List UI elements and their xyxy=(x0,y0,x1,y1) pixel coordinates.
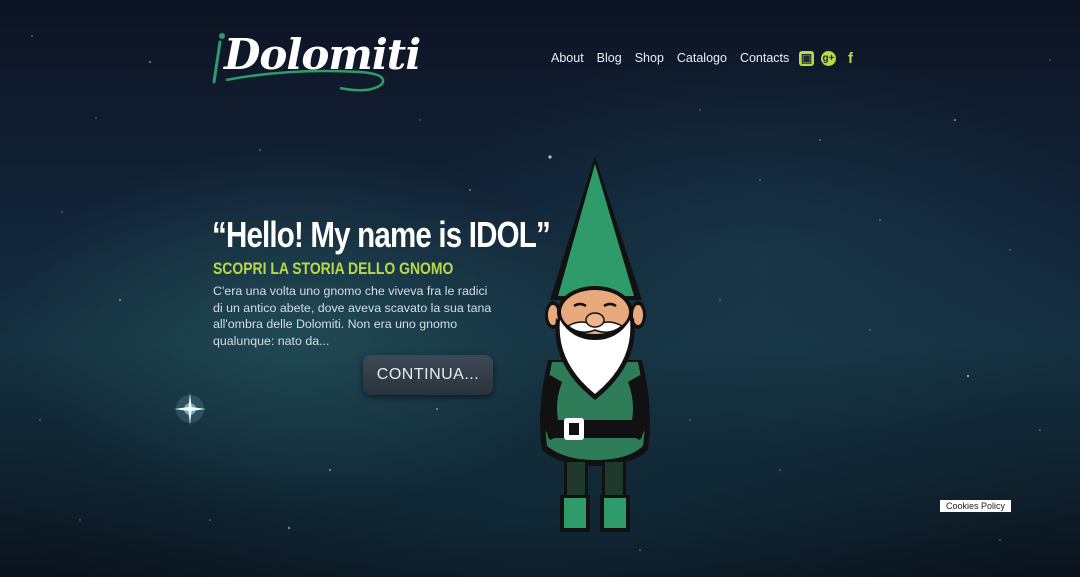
hero-subtitle[interactable]: SCOPRI LA STORIA DELLO GNOMO xyxy=(213,259,453,279)
nav-item-catalogo[interactable]: Catalogo xyxy=(677,51,727,65)
nav-item-contacts[interactable]: Contacts xyxy=(740,51,789,65)
main-nav: About Blog Shop Catalogo Contacts xyxy=(551,51,802,65)
nav-item-shop[interactable]: Shop xyxy=(635,51,664,65)
gnome-mascot-illustration xyxy=(540,156,650,532)
facebook-icon[interactable]: f xyxy=(843,51,858,66)
hero-title: “Hello! My name is IDOL” xyxy=(212,214,551,255)
cookies-policy-link[interactable]: Cookies Policy xyxy=(940,500,1011,512)
nav-item-blog[interactable]: Blog xyxy=(597,51,622,65)
brand-logo[interactable]: Dolomiti xyxy=(210,28,421,98)
google-plus-icon[interactable]: g+ xyxy=(821,51,836,66)
logo-text: Dolomiti xyxy=(224,30,421,79)
social-links: ▣ g+ f xyxy=(799,51,858,66)
continua-button[interactable]: CONTINUA... xyxy=(363,355,493,395)
hero-body-text: C'era una volta uno gnomo che viveva fra… xyxy=(213,284,492,348)
instagram-icon[interactable]: ▣ xyxy=(799,51,814,66)
nav-item-about[interactable]: About xyxy=(551,51,584,65)
